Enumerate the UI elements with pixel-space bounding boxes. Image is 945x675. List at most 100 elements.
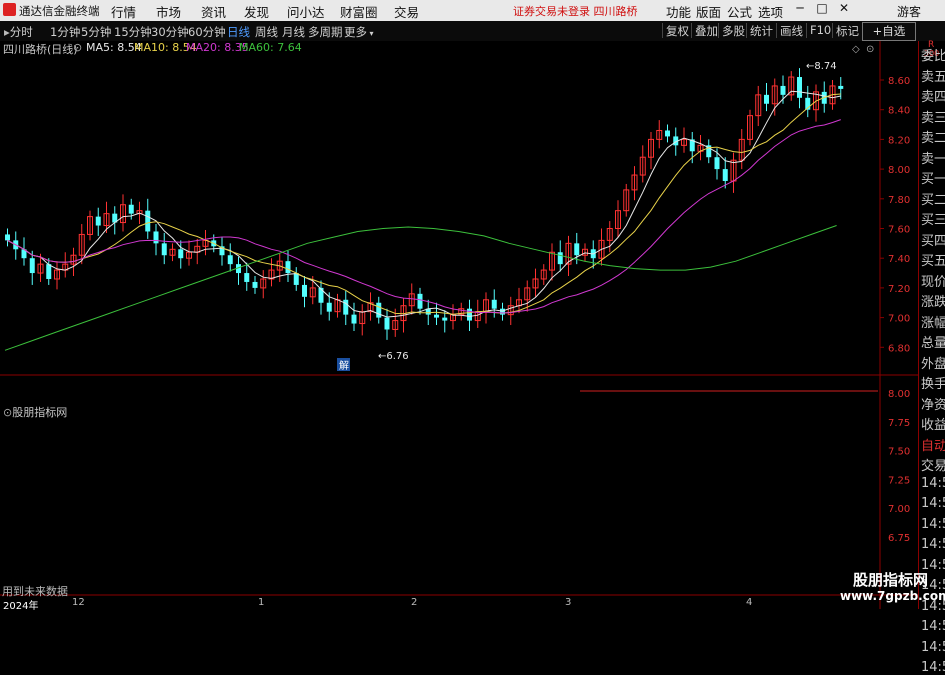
close-icon[interactable]: ✕	[835, 1, 853, 15]
tab-more[interactable]: 更多 ▾	[344, 24, 374, 40]
menu-ask[interactable]: 问小达	[287, 2, 325, 21]
candle-down	[797, 77, 802, 98]
candle-down	[302, 284, 307, 297]
candle-down	[574, 243, 580, 256]
candle-down	[128, 204, 134, 214]
f10-button[interactable]: F10	[806, 23, 831, 38]
indicator-tick-label: 7.00	[888, 504, 910, 515]
quote-panel-item[interactable]: 净资	[921, 394, 945, 413]
quote-side-panel[interactable]: R 300 委比 卖五 卖四 卖三 卖二 卖一 买一 买二 买三 买四 买五 现价 涨跌 涨幅 总量 外盘 换手…	[918, 40, 945, 675]
quote-panel-item[interactable]: 卖四	[921, 86, 945, 105]
menu-market[interactable]: 行情	[111, 2, 136, 21]
price-tick-label: 8.20	[888, 135, 910, 146]
quote-panel-item[interactable]: 14:56	[921, 476, 945, 491]
quote-panel-item[interactable]: 委比	[921, 45, 945, 64]
multi-stock-button[interactable]: 多股	[718, 23, 745, 38]
candle-down	[178, 249, 184, 259]
candle-down	[145, 210, 151, 232]
tab-intraday[interactable]: ▸分时	[4, 24, 33, 40]
quote-panel-item[interactable]: 买二	[921, 189, 945, 208]
candle-down	[714, 157, 720, 170]
ma-toggle-icon[interactable]: ⊙	[73, 41, 82, 54]
candle-down	[722, 169, 728, 181]
indicator-tick-label: 7.75	[888, 418, 910, 429]
menu-trade[interactable]: 交易	[394, 2, 419, 21]
quote-panel-item[interactable]: 现价	[921, 271, 945, 290]
add-favorite-button[interactable]: +自选	[862, 22, 916, 41]
quote-panel-item[interactable]: 14:56	[921, 496, 945, 511]
menu-function[interactable]: 功能	[666, 2, 691, 21]
time-label-year: 2024年	[3, 601, 39, 612]
menu-options[interactable]: 选项	[758, 2, 783, 21]
quote-panel-item[interactable]: 外盘	[921, 353, 945, 372]
high-mark: ←8.74	[806, 61, 837, 72]
tab-weekly[interactable]: 周线	[255, 24, 278, 40]
quote-panel-item[interactable]: 自动	[921, 435, 945, 454]
collapse-icon[interactable]: ◇	[852, 44, 860, 55]
quote-panel-item[interactable]: 收益	[921, 414, 945, 433]
quote-panel-item[interactable]: 买五	[921, 250, 945, 269]
menu-news[interactable]: 资讯	[201, 2, 226, 21]
quote-panel-item[interactable]: 换手	[921, 373, 945, 392]
watermark-line1: 股朋指标网	[853, 571, 929, 589]
quote-panel-item[interactable]: 涨跌	[921, 291, 945, 310]
mark-button[interactable]: 标记	[832, 23, 859, 38]
quote-panel-item[interactable]: 卖一	[921, 148, 945, 167]
quote-panel-item[interactable]: 卖二	[921, 127, 945, 146]
menu-discover[interactable]: 发现	[244, 2, 269, 21]
candle-down	[5, 234, 10, 241]
tab-monthly[interactable]: 月线	[282, 24, 305, 40]
candle-down	[227, 255, 233, 265]
quote-panel-item[interactable]: 总量	[921, 332, 945, 351]
candle-down	[500, 308, 505, 315]
login-notice[interactable]: 证券交易未登录 四川路桥	[513, 3, 638, 19]
tab-15min[interactable]: 15分钟	[114, 24, 152, 40]
candle-down	[434, 314, 439, 318]
quote-panel-item[interactable]: 14:56	[921, 537, 945, 552]
indicator-tick-label: 7.50	[888, 447, 910, 458]
candle-down	[153, 231, 159, 244]
quote-panel-item[interactable]: 买四	[921, 230, 945, 249]
settings-icon[interactable]: ⊙	[866, 44, 874, 55]
candle-down	[665, 130, 670, 137]
maximize-icon[interactable]: □	[813, 1, 831, 15]
candle-down	[244, 273, 250, 282]
candle-down	[46, 264, 52, 279]
candle-down	[351, 314, 357, 324]
candle-down	[417, 293, 423, 309]
quote-panel-item[interactable]: 14:56	[921, 517, 945, 532]
kline-chart[interactable]: 8.60 8.40 8.20 8.00 7.80 7.60 7.40 7.20 7.00 6.80…	[0, 41, 918, 609]
menu-layout[interactable]: 版面	[696, 2, 721, 21]
quote-panel-item[interactable]: 交易	[921, 455, 945, 474]
overlay-button[interactable]: 叠加	[691, 23, 718, 38]
quote-panel-item[interactable]: 卖三	[921, 107, 945, 126]
stats-button[interactable]: 统计	[746, 23, 773, 38]
price-tick-label: 8.40	[888, 106, 910, 117]
minimize-icon[interactable]: ─	[791, 1, 809, 15]
candle-down	[29, 258, 35, 274]
draw-line-button[interactable]: 画线	[776, 23, 803, 38]
menu-formula[interactable]: 公式	[727, 2, 752, 21]
indicator-title[interactable]: ⊙股朋指标网	[3, 404, 67, 420]
quote-panel-item[interactable]: 14:56	[921, 660, 945, 675]
restore-right-button[interactable]: 复权	[662, 23, 689, 38]
time-label-feb: 2	[411, 597, 418, 608]
quote-panel-item[interactable]: 14:56	[921, 619, 945, 634]
tab-60min[interactable]: 60分钟	[188, 24, 226, 40]
quote-panel-item[interactable]: 14:56	[921, 640, 945, 655]
tab-multi[interactable]: 多周期	[308, 24, 343, 40]
menu-wealth[interactable]: 财富圈	[340, 2, 378, 21]
quote-panel-item[interactable]: 涨幅	[921, 312, 945, 331]
menu-markets[interactable]: 市场	[156, 2, 181, 21]
tab-daily[interactable]: 日线	[227, 24, 250, 40]
quote-panel-item[interactable]: 卖五	[921, 66, 945, 85]
tab-1min[interactable]: 1分钟	[50, 24, 80, 40]
quote-panel-item[interactable]: 买三	[921, 209, 945, 228]
watermark-line2: www.7gpzb.com	[840, 589, 945, 603]
menu-bar: 通达信金融终端 行情 市场 资讯 发现 问小达 财富圈 交易 证券交易未登录 四…	[0, 0, 945, 21]
indicator-tick-label: 8.00	[888, 389, 910, 400]
tab-30min[interactable]: 30分钟	[151, 24, 189, 40]
quote-panel-item[interactable]: 买一	[921, 168, 945, 187]
tab-5min[interactable]: 5分钟	[81, 24, 111, 40]
guest-label[interactable]: 游客	[897, 3, 921, 20]
